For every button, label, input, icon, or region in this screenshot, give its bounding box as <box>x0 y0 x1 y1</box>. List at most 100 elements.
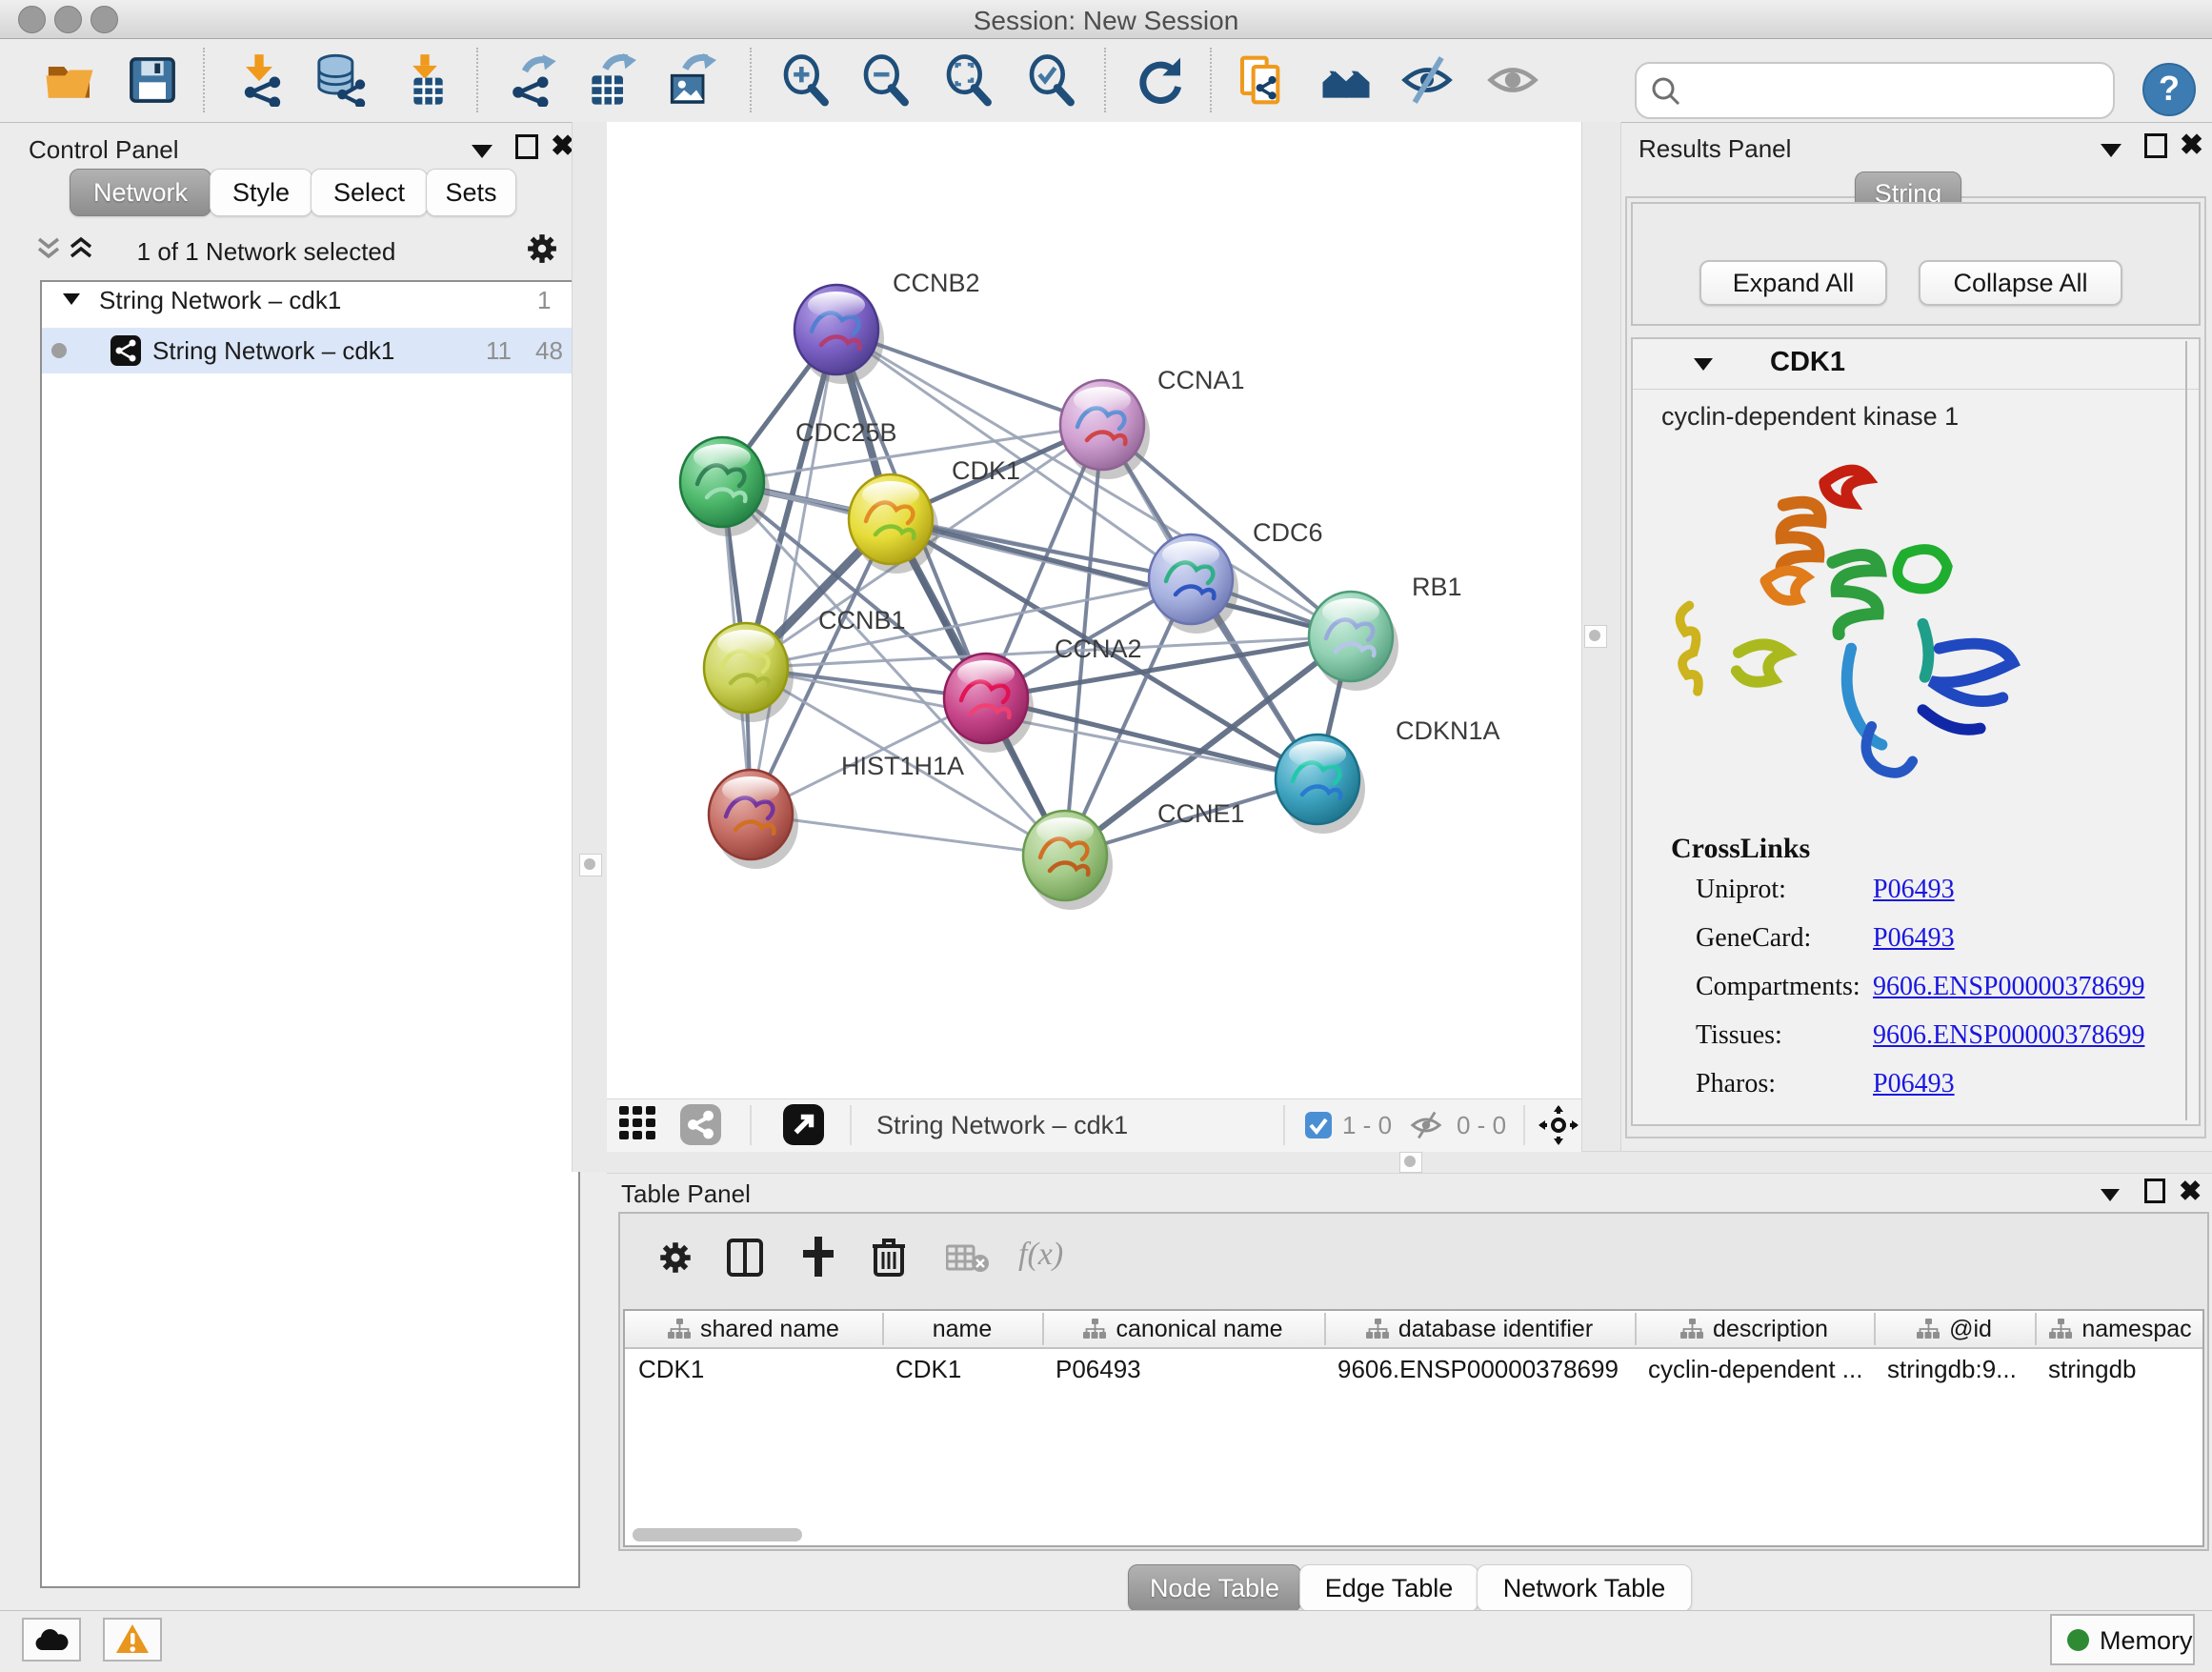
column-header[interactable]: @id <box>1874 1311 2035 1347</box>
table-gear-icon[interactable] <box>658 1240 693 1275</box>
network-edge[interactable] <box>746 668 1317 779</box>
column-separator[interactable] <box>1635 1313 1637 1345</box>
column-separator[interactable] <box>882 1313 884 1345</box>
panel-close-icon[interactable]: ✖ <box>2180 129 2203 162</box>
warnings-button[interactable] <box>103 1618 162 1662</box>
panel-float-icon[interactable] <box>2144 1178 2165 1203</box>
tab-network-table[interactable]: Network Table <box>1477 1564 1692 1612</box>
tab-network[interactable]: Network <box>70 169 211 216</box>
import-network-icon[interactable] <box>232 53 286 107</box>
hidden-eye-icon[interactable] <box>1410 1111 1442 1139</box>
column-header[interactable]: namespac <box>2035 1311 2206 1347</box>
network-node-ccna1[interactable]: CCNA1 <box>1060 366 1245 479</box>
table-row[interactable]: CDK1 CDK1 P06493 9606.ENSP00000378699 cyclin… <box>625 1349 2202 1387</box>
help-button[interactable]: ? <box>2142 63 2196 116</box>
right-splitter[interactable] <box>1581 122 1621 1151</box>
panel-close-icon[interactable]: ✖ <box>2179 1175 2202 1208</box>
import-database-icon[interactable] <box>313 53 367 107</box>
hide-selected-icon[interactable] <box>1400 53 1454 107</box>
column-separator[interactable] <box>1324 1313 1326 1345</box>
right-splitter-handle[interactable] <box>1584 625 1607 648</box>
column-separator[interactable] <box>1874 1313 1876 1345</box>
crosslink-value-link[interactable]: 9606.ENSP00000378699 <box>1873 1020 2144 1051</box>
add-column-icon[interactable] <box>799 1237 837 1277</box>
table-cell[interactable]: cyclin-dependent ... <box>1648 1355 1868 1384</box>
zoom-in-icon[interactable] <box>779 53 833 107</box>
export-table-icon[interactable] <box>583 53 636 107</box>
delete-table-icon[interactable] <box>946 1244 990 1273</box>
open-in-window-icon[interactable] <box>783 1104 824 1145</box>
horizontal-splitter-handle[interactable] <box>1399 1152 1422 1173</box>
expand-all-icon[interactable] <box>69 236 93 261</box>
memory-button[interactable]: Memory <box>2050 1614 2195 1665</box>
import-table-icon[interactable] <box>398 53 452 107</box>
selected-checkbox-icon[interactable] <box>1305 1112 1332 1138</box>
table-cell[interactable]: stringdb:9... <box>1887 1355 2029 1384</box>
table-cell[interactable]: stringdb <box>2048 1355 2201 1384</box>
results-scrollbar[interactable] <box>2185 341 2187 1120</box>
open-session-icon[interactable] <box>43 53 96 107</box>
network-edge[interactable] <box>751 330 836 815</box>
network-node-cdkn1a[interactable]: CDKN1A <box>1276 716 1500 834</box>
show-all-icon[interactable] <box>1486 53 1539 107</box>
network-node-rb1[interactable]: RB1 <box>1309 573 1462 691</box>
crosslink-value-link[interactable]: 9606.ENSP00000378699 <box>1873 972 2144 1002</box>
table-cell[interactable]: CDK1 <box>895 1355 1036 1384</box>
export-network-icon[interactable] <box>505 53 558 107</box>
table-cell[interactable]: CDK1 <box>638 1355 876 1384</box>
column-separator[interactable] <box>2035 1313 2037 1345</box>
tab-select[interactable]: Select <box>311 169 428 216</box>
zoom-selected-icon[interactable] <box>1025 53 1078 107</box>
column-header[interactable]: description <box>1635 1311 1874 1347</box>
network-canvas[interactable]: CCNB2CCNA1CDC25BCDK1CDC6RB1CCNB1CCNA2CDK… <box>607 122 1581 1098</box>
tab-style[interactable]: Style <box>210 169 312 216</box>
panel-menu-icon[interactable] <box>472 145 493 158</box>
column-header[interactable]: name <box>882 1311 1042 1347</box>
birds-eye-view-icon[interactable] <box>619 1106 659 1144</box>
delete-column-icon[interactable] <box>872 1237 906 1277</box>
gear-icon[interactable] <box>526 232 558 265</box>
expand-all-button[interactable]: Expand All <box>1699 260 1887 306</box>
network-node-ccne1[interactable]: CCNE1 <box>1023 799 1245 910</box>
network-edge[interactable] <box>986 698 1317 779</box>
panel-menu-icon[interactable] <box>2101 144 2122 157</box>
tree-expander-icon[interactable] <box>63 293 80 305</box>
refresh-icon[interactable] <box>1134 53 1187 107</box>
network-row-selected[interactable]: String Network – cdk1 11 48 <box>42 328 574 373</box>
network-collection-row[interactable]: String Network – cdk1 1 <box>42 284 574 318</box>
save-session-icon[interactable] <box>126 53 179 107</box>
column-header[interactable]: canonical name <box>1042 1311 1324 1347</box>
zoom-fit-icon[interactable] <box>942 53 995 107</box>
left-splitter-handle[interactable] <box>579 854 602 876</box>
tab-node-table[interactable]: Node Table <box>1128 1564 1301 1612</box>
horizontal-scrollbar-thumb[interactable] <box>633 1528 802 1541</box>
tab-sets[interactable]: Sets <box>426 169 516 216</box>
gene-section-header[interactable]: CDK1 <box>1633 339 2199 390</box>
export-image-icon[interactable] <box>663 53 716 107</box>
panel-float-icon[interactable] <box>515 134 538 159</box>
crosslink-value-link[interactable]: P06493 <box>1873 875 1955 905</box>
table-cell[interactable]: 9606.ENSP00000378699 <box>1337 1355 1629 1384</box>
collapse-all-icon[interactable] <box>36 236 61 261</box>
search-input[interactable] <box>1690 68 2094 111</box>
cloud-button[interactable] <box>22 1618 81 1662</box>
network-share-badge-icon[interactable] <box>680 1104 721 1145</box>
duplicate-network-icon[interactable] <box>1236 53 1289 107</box>
tab-edge-table[interactable]: Edge Table <box>1299 1564 1478 1612</box>
crosslink-value-link[interactable]: P06493 <box>1873 1069 1955 1099</box>
column-header[interactable]: database identifier <box>1324 1311 1635 1347</box>
collapse-all-button[interactable]: Collapse All <box>1919 260 2122 306</box>
horizontal-splitter[interactable] <box>607 1151 2212 1174</box>
column-separator[interactable] <box>1042 1313 1044 1345</box>
panel-menu-icon[interactable] <box>2101 1189 2120 1201</box>
first-neighbors-icon[interactable] <box>1319 53 1373 107</box>
network-node-hist1h1a[interactable]: HIST1H1A <box>709 752 964 869</box>
fit-selection-crosshair-icon[interactable] <box>1538 1105 1579 1145</box>
show-columns-icon[interactable] <box>727 1239 763 1277</box>
crosslink-value-link[interactable]: P06493 <box>1873 923 1955 954</box>
left-splitter[interactable] <box>572 122 609 1172</box>
section-expander-icon[interactable] <box>1694 358 1713 371</box>
table-cell[interactable]: P06493 <box>1056 1355 1318 1384</box>
column-header[interactable]: shared name <box>625 1311 882 1347</box>
zoom-out-icon[interactable] <box>859 53 913 107</box>
